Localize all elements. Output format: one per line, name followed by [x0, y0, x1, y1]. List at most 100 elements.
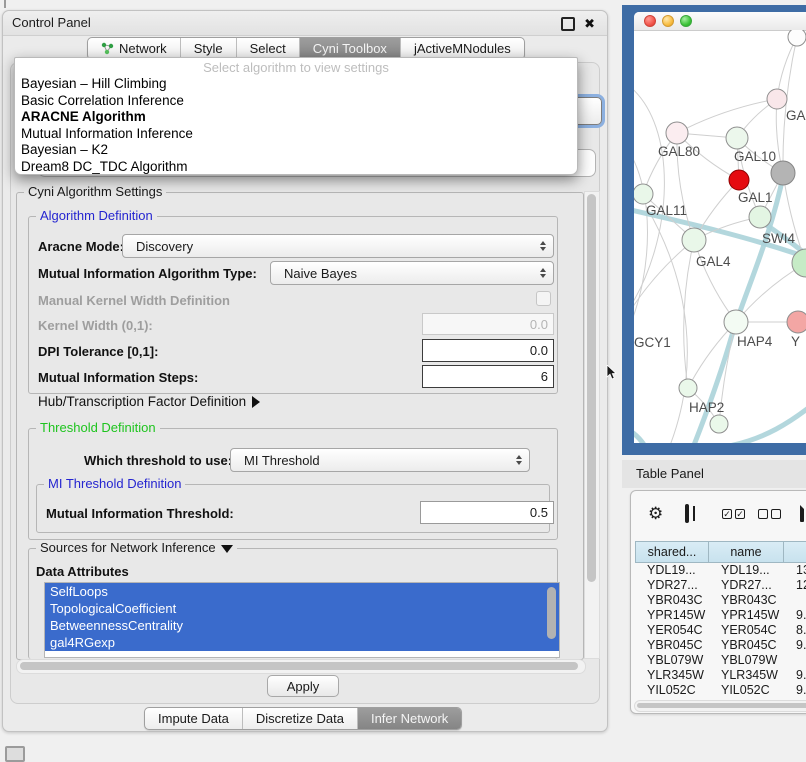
- list-vscrollbar-thumb[interactable]: [547, 587, 556, 639]
- algorithm-option[interactable]: Bayesian – Hill Climbing: [15, 76, 577, 93]
- table-row[interactable]: YBR043CYBR043C: [635, 593, 806, 608]
- table-row[interactable]: YLR345WYLR345W9.: [635, 668, 806, 683]
- minimize-window-icon[interactable]: [662, 15, 674, 27]
- tab-impute-data[interactable]: Impute Data: [145, 708, 242, 729]
- table-hscrollbar-track[interactable]: [634, 700, 806, 712]
- close-panel-icon[interactable]: ✖: [584, 17, 595, 30]
- select-all-checkboxes-icon[interactable]: ✓✓: [722, 509, 745, 519]
- table-row[interactable]: YPR145WYPR145W9.: [635, 608, 806, 623]
- table-settings-gear-icon[interactable]: ⚙: [648, 505, 663, 522]
- network-node[interactable]: [726, 127, 748, 149]
- data-attribute-item[interactable]: SelfLoops: [45, 583, 559, 600]
- split-view-icon[interactable]: [685, 504, 689, 523]
- settings-vscrollbar-thumb[interactable]: [587, 194, 596, 582]
- network-node[interactable]: [634, 184, 653, 204]
- data-attributes-label: Data Attributes: [36, 564, 129, 579]
- table-cell: 13: [784, 563, 806, 578]
- tab-select[interactable]: Select: [236, 38, 299, 59]
- network-node-label: GAL: [786, 108, 806, 123]
- table-row[interactable]: YBR045CYBR045C9.: [635, 638, 806, 653]
- tab-network[interactable]: Network: [88, 38, 180, 59]
- algorithm-definition-title: Algorithm Definition: [36, 208, 157, 223]
- network-node-label: HAP4: [737, 334, 773, 349]
- network-node[interactable]: [749, 206, 771, 228]
- network-node-label: GAL80: [658, 144, 700, 159]
- zoom-window-icon[interactable]: [680, 15, 692, 27]
- table-cell: YLR345W: [635, 668, 709, 683]
- table-column-header[interactable]: shared...: [635, 541, 709, 563]
- cyni-algorithm-settings-title: Cyni Algorithm Settings: [24, 184, 166, 199]
- aracne-mode-combobox[interactable]: Discovery: [122, 234, 554, 258]
- data-attributes-list[interactable]: SelfLoopsTopologicalCoefficientBetweenne…: [44, 582, 560, 658]
- mi-algorithm-type-label: Mutual Information Algorithm Type:: [38, 266, 257, 281]
- cyni-bottom-tabbar: Impute Data Discretize Data Infer Networ…: [144, 707, 462, 730]
- minimized-panel-icon[interactable]: [5, 746, 25, 762]
- algorithm-option[interactable]: ARACNE Algorithm: [15, 109, 577, 126]
- settings-hscrollbar-thumb[interactable]: [20, 662, 578, 670]
- data-attribute-item[interactable]: gal4RGexp: [45, 634, 559, 651]
- mi-steps-field[interactable]: 6: [422, 365, 554, 388]
- network-node[interactable]: [788, 30, 806, 46]
- new-document-icon[interactable]: [800, 503, 804, 522]
- tab-network-label: Network: [119, 41, 167, 56]
- dpi-tolerance-field[interactable]: 0.0: [422, 339, 554, 362]
- network-node[interactable]: [787, 311, 806, 333]
- tab-infer-network[interactable]: Infer Network: [357, 708, 461, 729]
- hub-definition-expander[interactable]: Hub/Transcription Factor Definition: [38, 394, 260, 409]
- table-row[interactable]: YER054CYER054C8.: [635, 623, 806, 638]
- network-node[interactable]: [724, 310, 748, 334]
- tab-jactivemnodules[interactable]: jActiveMNodules: [400, 38, 524, 59]
- mi-threshold-definition-title: MI Threshold Definition: [44, 476, 185, 491]
- float-panel-icon[interactable]: [561, 17, 575, 31]
- network-node[interactable]: [682, 228, 706, 252]
- algorithm-option[interactable]: Mutual Information Inference: [15, 126, 577, 143]
- data-attribute-item[interactable]: TopologicalCoefficient: [45, 600, 559, 617]
- mi-threshold-field[interactable]: 0.5: [420, 501, 554, 524]
- kernel-width-field[interactable]: 0.0: [422, 313, 554, 335]
- network-node[interactable]: [679, 379, 697, 397]
- apply-button[interactable]: Apply: [267, 675, 339, 697]
- table-row[interactable]: YDR27...YDR27...12: [635, 578, 806, 593]
- network-edge: [684, 240, 694, 388]
- data-attribute-item[interactable]: BetweennessCentrality: [45, 617, 559, 634]
- mi-algorithm-type-combobox[interactable]: Naive Bayes: [270, 261, 554, 285]
- network-node[interactable]: [666, 122, 688, 144]
- table-header-row[interactable]: shared...name: [635, 541, 806, 563]
- network-graph[interactable]: GALGAL80GAL10GAL1GAL11SWI4GAL4GCY1HAP4YH…: [634, 30, 806, 443]
- table-cell: YPR145W: [635, 608, 709, 623]
- tab-style[interactable]: Style: [180, 38, 236, 59]
- unselect-all-checkboxes-icon[interactable]: [758, 509, 781, 519]
- settings-vscrollbar-track[interactable]: [584, 191, 600, 659]
- network-edge: [634, 426, 650, 443]
- close-window-icon[interactable]: [644, 15, 656, 27]
- expander-expanded-icon: [221, 545, 233, 553]
- table-hscrollbar-thumb[interactable]: [637, 703, 806, 708]
- kernel-width-label: Kernel Width (0,1):: [38, 318, 153, 333]
- table-column-header[interactable]: [784, 541, 806, 563]
- application-screen: Control Panel ✖ Network Style Select Cyn…: [0, 0, 806, 762]
- algorithm-option[interactable]: Basic Correlation Inference: [15, 93, 577, 110]
- table-row[interactable]: YBL079WYBL079W: [635, 653, 806, 668]
- network-node[interactable]: [767, 89, 787, 109]
- table-cell: 9.: [784, 608, 806, 623]
- table-cell: YDL19...: [709, 563, 784, 578]
- combo-arrows-icon: [540, 241, 546, 251]
- table-cell: YLR345W: [709, 668, 784, 683]
- algorithm-option[interactable]: Dream8 DC_TDC Algorithm: [15, 159, 577, 176]
- table-cell: YBL079W: [635, 653, 709, 668]
- table-row[interactable]: YDL19...YDL19...13: [635, 563, 806, 578]
- table-column-header[interactable]: name: [709, 541, 784, 563]
- network-node[interactable]: [729, 170, 749, 190]
- network-node-label: GAL11: [646, 203, 687, 218]
- manual-kernel-width-checkbox[interactable]: [536, 291, 551, 306]
- tab-discretize-data[interactable]: Discretize Data: [242, 708, 357, 729]
- tab-cyni-toolbox[interactable]: Cyni Toolbox: [299, 38, 400, 59]
- algorithm-option[interactable]: Bayesian – K2: [15, 142, 577, 159]
- table-row[interactable]: YIL052CYIL052C9.: [635, 683, 806, 698]
- which-threshold-combobox[interactable]: MI Threshold: [230, 448, 530, 472]
- apply-button-label: Apply: [287, 679, 320, 694]
- which-threshold-label: Which threshold to use:: [84, 453, 232, 468]
- settings-hscrollbar-track[interactable]: [16, 659, 586, 674]
- network-node[interactable]: [710, 415, 728, 433]
- network-node[interactable]: [771, 161, 795, 185]
